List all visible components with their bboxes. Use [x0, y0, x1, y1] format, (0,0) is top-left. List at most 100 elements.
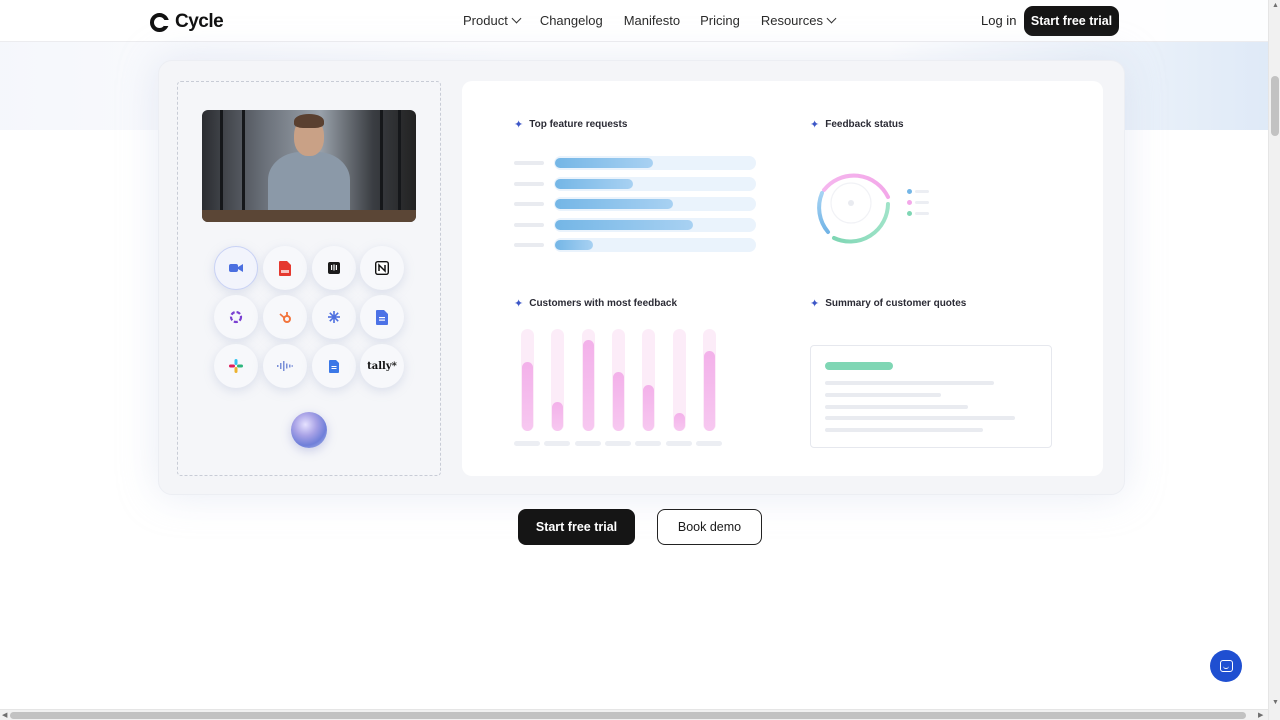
- top-navbar: Cycle Product Changelog Manifesto Pricin…: [0, 0, 1268, 42]
- feature-request-bar: [555, 158, 653, 168]
- scroll-left-arrow-icon[interactable]: ◀: [2, 712, 7, 719]
- gong-icon[interactable]: [214, 295, 258, 339]
- feature-request-label-placeholder: [514, 243, 544, 247]
- feature-request-bar: [555, 219, 693, 230]
- docs-icon[interactable]: [360, 295, 404, 339]
- donut-segment-blue: [817, 191, 830, 234]
- legend-dot-green: [907, 211, 912, 216]
- cycle-logo[interactable]: Cycle: [150, 11, 224, 33]
- feature-request-row: [514, 156, 756, 170]
- customer-label-placeholder: [574, 441, 601, 446]
- legend-line: [915, 201, 929, 204]
- customer-quote-card: [810, 345, 1052, 448]
- nav-pricing[interactable]: Pricing: [700, 13, 740, 28]
- customer-label-placeholder: [544, 441, 571, 446]
- feature-request-label-placeholder: [514, 181, 544, 186]
- cycle-logo-icon: [150, 12, 169, 32]
- scroll-right-arrow-icon[interactable]: ▶: [1258, 712, 1263, 719]
- nav-resources[interactable]: Resources: [760, 13, 837, 28]
- customers-feedback-label: Customers with most feedback: [529, 298, 678, 309]
- customer-label-placeholder: [695, 441, 722, 446]
- customer-label-placeholder: [635, 441, 662, 446]
- desk: [202, 210, 416, 222]
- nav-links: Product Changelog Manifesto Pricing Reso…: [463, 13, 837, 28]
- customer-label-placeholder: [514, 441, 540, 446]
- feedback-status-donut: [817, 173, 890, 244]
- tally-icon[interactable]: tally*: [360, 344, 404, 388]
- donut-center-dot: [848, 200, 854, 206]
- login-link[interactable]: Log in: [981, 13, 1016, 28]
- nav-product[interactable]: Product: [463, 13, 522, 28]
- sparkle-icon: ✦: [514, 298, 524, 310]
- feature-request-bar: [555, 240, 593, 250]
- logo-text: Cycle: [175, 11, 224, 32]
- start-free-trial-nav-button[interactable]: Start free trial: [1024, 6, 1119, 36]
- feature-request-bar: [555, 178, 633, 189]
- nav-resources-label: Resources: [760, 13, 823, 28]
- nav-manifesto[interactable]: Manifesto: [624, 13, 680, 28]
- nav-product-label: Product: [463, 13, 508, 28]
- summary-quotes-title: ✦ Summary of customer quotes: [810, 297, 966, 310]
- quote-line: [825, 428, 983, 432]
- spark-icon[interactable]: [312, 295, 356, 339]
- chat-launcher-button[interactable]: [1210, 650, 1242, 682]
- scroll-up-arrow-icon[interactable]: ▲: [1272, 2, 1279, 9]
- summary-quotes-label: Summary of customer quotes: [825, 298, 967, 309]
- customer-bar: [582, 340, 594, 431]
- book-demo-button[interactable]: Book demo: [657, 509, 762, 545]
- chevron-down-icon: [511, 13, 522, 24]
- audio-icon[interactable]: [263, 344, 307, 388]
- legend-line: [915, 212, 929, 215]
- customers-feedback-title: ✦ Customers with most feedback: [514, 297, 677, 310]
- slack-icon[interactable]: [214, 344, 258, 388]
- quote-line: [825, 381, 994, 385]
- top-feature-requests-title: ✦ Top feature requests: [514, 118, 627, 131]
- customer-bar: [612, 372, 624, 431]
- feature-request-bar: [555, 199, 673, 209]
- notion-icon[interactable]: [360, 246, 404, 290]
- sparkle-icon: ✦: [810, 119, 820, 131]
- sparkle-icon: ✦: [514, 119, 524, 131]
- legend-dot-pink: [907, 200, 912, 205]
- chevron-down-icon: [826, 13, 837, 24]
- horizontal-scrollbar[interactable]: ◀ ▶: [0, 709, 1268, 720]
- start-free-trial-button[interactable]: Start free trial: [518, 509, 635, 545]
- intercom-icon[interactable]: [312, 246, 356, 290]
- hubspot-icon[interactable]: [263, 295, 307, 339]
- feature-request-label-placeholder: [514, 161, 544, 165]
- customer-bar: [552, 402, 564, 431]
- vertical-scroll-thumb[interactable]: [1271, 76, 1279, 136]
- feature-request-label-placeholder: [514, 202, 544, 206]
- vertical-scrollbar[interactable]: ▲ ▼: [1268, 0, 1280, 720]
- feature-request-row: [514, 176, 756, 191]
- feedback-status-title: ✦ Feedback status: [810, 118, 904, 131]
- donut-segment-green: [832, 202, 890, 244]
- feature-request-row: [514, 197, 756, 211]
- sparkle-icon: ✦: [810, 298, 820, 310]
- customer-bar: [673, 413, 685, 431]
- customer-label-placeholder: [665, 441, 692, 446]
- customer-video-thumbnail[interactable]: [202, 110, 416, 222]
- pdf-icon[interactable]: [263, 246, 307, 290]
- feature-request-label-placeholder: [514, 222, 544, 227]
- quote-line: [825, 416, 1015, 420]
- quote-line: [825, 405, 968, 409]
- chat-icon: [1219, 660, 1233, 672]
- legend-line: [915, 190, 929, 193]
- customer-bar: [643, 385, 655, 431]
- zoom-icon[interactable]: [214, 246, 258, 290]
- feature-request-row: [514, 238, 756, 252]
- top-feature-requests-label: Top feature requests: [529, 119, 628, 130]
- quote-tag: [825, 362, 893, 370]
- person-hair: [294, 114, 324, 128]
- feature-request-row: [514, 217, 756, 232]
- customer-bar: [522, 362, 533, 431]
- feedback-status-label: Feedback status: [825, 119, 904, 130]
- cycle-ai-orb-icon[interactable]: [291, 412, 327, 448]
- legend-dot-blue: [907, 189, 912, 194]
- scroll-down-arrow-icon[interactable]: ▼: [1272, 699, 1279, 706]
- nav-changelog[interactable]: Changelog: [540, 13, 603, 28]
- horizontal-scroll-thumb[interactable]: [10, 712, 1246, 719]
- quote-line: [825, 393, 941, 397]
- google-docs-icon[interactable]: [312, 344, 356, 388]
